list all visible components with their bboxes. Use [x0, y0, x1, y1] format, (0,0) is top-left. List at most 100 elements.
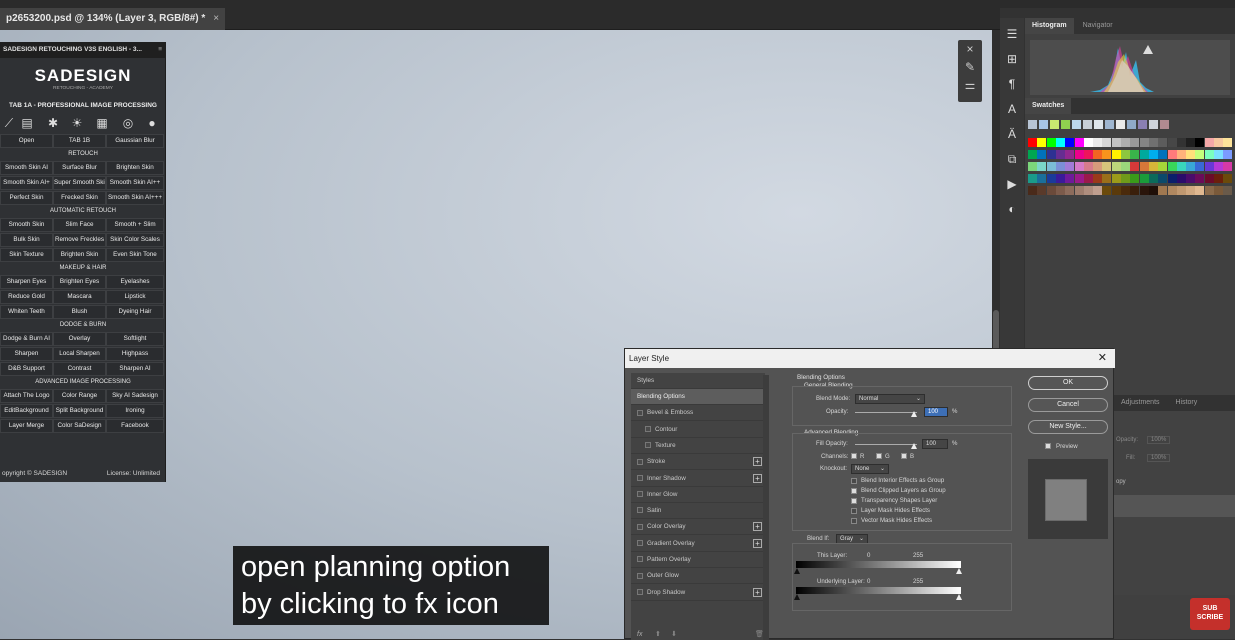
sadesign-button[interactable]: Dyeing Hair	[106, 305, 164, 319]
swatch[interactable]	[1223, 186, 1233, 195]
move-down-icon[interactable]: ⬇	[671, 630, 677, 638]
swatch[interactable]	[1111, 162, 1121, 171]
swatch[interactable]	[1195, 186, 1205, 195]
swatch[interactable]	[1037, 150, 1047, 159]
swatch[interactable]	[1167, 186, 1177, 195]
swatch[interactable]	[1046, 150, 1056, 159]
swatch[interactable]	[1102, 174, 1112, 183]
swatch[interactable]	[1055, 174, 1065, 183]
swatch[interactable]	[1061, 120, 1070, 129]
sadesign-button[interactable]: Blush	[53, 305, 106, 319]
move-up-icon[interactable]: ⬆	[655, 630, 661, 638]
swatch[interactable]	[1037, 186, 1047, 195]
swatch[interactable]	[1167, 150, 1177, 159]
swatch[interactable]	[1055, 162, 1065, 171]
blend-mode-select[interactable]: Normal ⌄	[855, 394, 925, 404]
swatch[interactable]	[1195, 174, 1205, 183]
sadesign-button[interactable]: Smooth Skin	[0, 218, 53, 232]
sadesign-button[interactable]: Slim Face	[53, 218, 106, 232]
swatch[interactable]	[1176, 162, 1186, 171]
swatch[interactable]	[1158, 150, 1168, 159]
sadesign-button[interactable]: Sharpen Eyes	[0, 275, 53, 289]
swatch[interactable]	[1111, 138, 1121, 147]
swatch[interactable]	[1074, 186, 1084, 195]
opacity-input[interactable]: 100	[924, 407, 948, 417]
panel-menu-icon[interactable]: ≡	[158, 42, 162, 58]
add-effect-icon[interactable]: +	[753, 457, 762, 467]
swatch[interactable]	[1186, 186, 1196, 195]
swatch[interactable]	[1028, 186, 1037, 195]
tab-swatches[interactable]: Swatches	[1025, 98, 1072, 114]
sadesign-button[interactable]: Remove Freckles	[53, 233, 106, 247]
sadesign-button[interactable]: Eyelashes	[106, 275, 164, 289]
swatch[interactable]	[1148, 162, 1158, 171]
swatch[interactable]	[1083, 150, 1093, 159]
swatch[interactable]	[1214, 138, 1223, 147]
swatch[interactable]	[1204, 138, 1214, 147]
option-checkbox[interactable]	[851, 498, 857, 504]
swatch[interactable]	[1186, 174, 1196, 183]
ok-button[interactable]: OK	[1028, 376, 1108, 390]
swatch[interactable]	[1105, 120, 1114, 129]
sadesign-button[interactable]: Brighten Skin	[106, 161, 164, 175]
sadesign-button[interactable]: Frecked Skin	[53, 191, 106, 205]
swatch[interactable]	[1102, 186, 1112, 195]
swatch[interactable]	[1121, 174, 1130, 183]
swatch[interactable]	[1148, 138, 1158, 147]
style-checkbox[interactable]	[645, 425, 651, 432]
style-checkbox[interactable]	[637, 556, 643, 563]
style-item[interactable]: Gradient Overlay +	[631, 536, 765, 552]
add-effect-icon[interactable]: +	[753, 587, 762, 597]
sadesign-button[interactable]: Lipstick	[106, 290, 164, 304]
opacity-slider-knob[interactable]	[911, 411, 917, 417]
add-effect-icon[interactable]: +	[753, 522, 762, 532]
swatch[interactable]	[1039, 120, 1048, 129]
close-icon[interactable]: ✕	[1098, 349, 1107, 368]
swatch[interactable]	[1094, 120, 1103, 129]
sadesign-button[interactable]: Gaussian Blur	[106, 134, 164, 148]
sadesign-button[interactable]: Smooth Skin AI+++	[106, 191, 164, 205]
swatch[interactable]	[1046, 174, 1056, 183]
sadesign-button[interactable]: Even Skin Tone	[106, 248, 164, 262]
swatch[interactable]	[1028, 138, 1037, 147]
option-checkbox[interactable]	[851, 518, 857, 524]
sadesign-button[interactable]: Mascara	[53, 290, 106, 304]
sadesign-button[interactable]: Open	[0, 134, 53, 148]
this-layer-white-knob[interactable]	[956, 568, 962, 574]
swatch[interactable]	[1214, 150, 1223, 159]
close-icon[interactable]: ×	[958, 40, 982, 58]
user-icon[interactable]: ●	[143, 114, 161, 132]
swatch[interactable]	[1074, 174, 1084, 183]
underlying-layer-black-knob[interactable]	[794, 594, 800, 600]
sadesign-button[interactable]: Color SaDesign	[53, 419, 106, 433]
swatch[interactable]	[1121, 162, 1130, 171]
swatch[interactable]	[1204, 186, 1214, 195]
style-item[interactable]: Blending Options	[631, 389, 765, 405]
swatch[interactable]	[1130, 150, 1140, 159]
sadesign-button[interactable]: Bulk Skin	[0, 233, 53, 247]
swatch[interactable]	[1055, 138, 1065, 147]
printer-icon[interactable]: ▦	[93, 114, 111, 132]
swatch[interactable]	[1167, 174, 1177, 183]
sadesign-button[interactable]: TAB 1B	[53, 134, 106, 148]
sadesign-button[interactable]: Perfect Skin	[0, 191, 53, 205]
style-item[interactable]: Contour	[631, 422, 765, 438]
swatch[interactable]	[1186, 162, 1196, 171]
swatch[interactable]	[1037, 174, 1047, 183]
swatch[interactable]	[1028, 174, 1037, 183]
swatch[interactable]	[1055, 150, 1065, 159]
swatch[interactable]	[1083, 186, 1093, 195]
style-item[interactable]: Texture	[631, 438, 765, 454]
add-effect-icon[interactable]: +	[753, 538, 762, 548]
preview-checkbox[interactable]	[1045, 443, 1051, 449]
style-item[interactable]: Inner Shadow +	[631, 471, 765, 487]
sadesign-button[interactable]: Brighten Skin	[53, 248, 106, 262]
histogram-icon[interactable]: ☰	[1000, 22, 1024, 47]
style-checkbox[interactable]	[637, 474, 643, 481]
channel-b-checkbox[interactable]	[901, 453, 907, 459]
swatch[interactable]	[1195, 138, 1205, 147]
paragraph-styles-icon[interactable]: ⊞	[1000, 47, 1024, 72]
sadesign-button[interactable]: D&B Support	[0, 362, 53, 376]
subscribe-badge[interactable]: SUB SCRIBE	[1190, 598, 1230, 630]
sadesign-button[interactable]: Sharpen AI	[106, 362, 164, 376]
